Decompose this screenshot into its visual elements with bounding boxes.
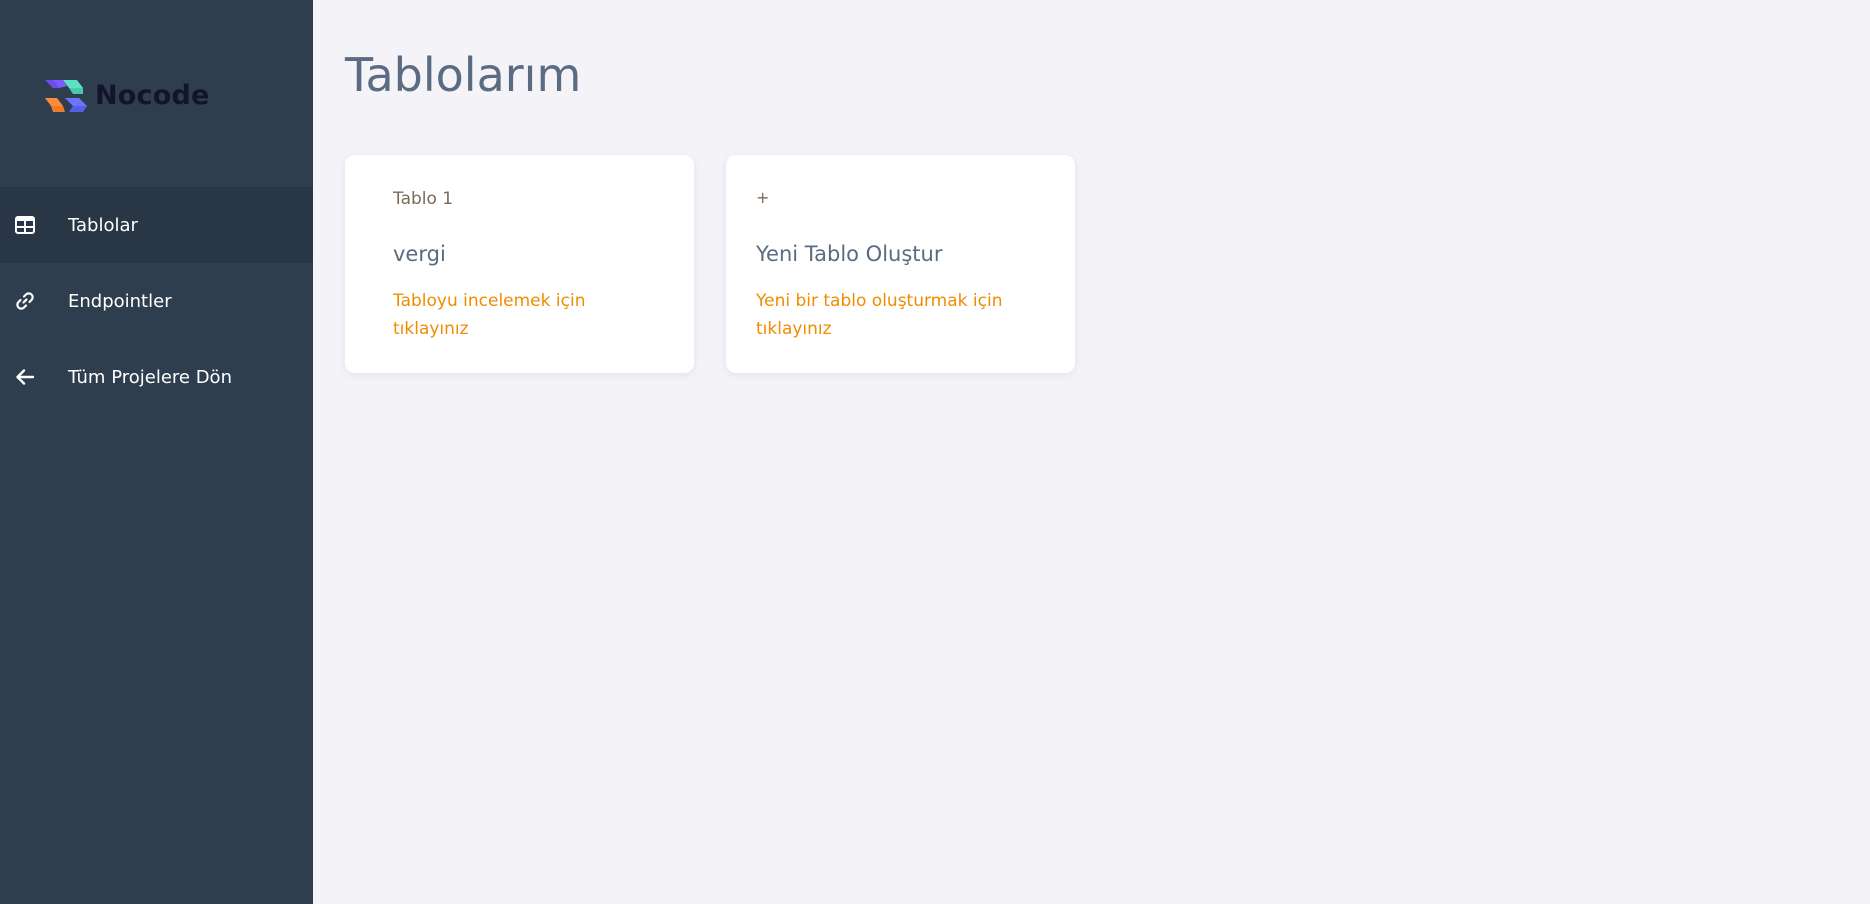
app-root: Nocode Tablolar Endpointler Tüm Projeler… xyxy=(0,0,1870,904)
brand-name: Nocode xyxy=(95,79,210,111)
arrow-left-icon xyxy=(13,365,37,389)
card-hint: Tabloyu incelemek için tıklayınız xyxy=(393,291,586,339)
nocode-logo-icon xyxy=(45,80,87,112)
sidebar-item-tum-projelere-don[interactable]: Tüm Projelere Dön xyxy=(0,339,313,415)
page-title: Tablolarım xyxy=(345,48,582,102)
sidebar-item-label: Tablolar xyxy=(68,214,138,236)
card-title: vergi xyxy=(393,242,446,266)
card-title: Yeni Tablo Oluştur xyxy=(756,242,943,266)
create-table-card[interactable]: + Yeni Tablo Oluştur Yeni bir tablo oluş… xyxy=(726,155,1075,373)
sidebar: Nocode Tablolar Endpointler Tüm Projeler… xyxy=(0,0,313,904)
table-card-vergi[interactable]: Tablo 1 vergi Tabloyu incelemek için tık… xyxy=(345,155,694,373)
sidebar-item-tablolar[interactable]: Tablolar xyxy=(0,187,313,263)
sidebar-item-label: Tüm Projelere Dön xyxy=(68,366,232,388)
sidebar-nav: Tablolar Endpointler Tüm Projelere Dön xyxy=(0,187,313,415)
sidebar-item-endpointler[interactable]: Endpointler xyxy=(0,263,313,339)
table-icon xyxy=(13,213,37,237)
plus-icon: + xyxy=(756,188,770,207)
brand-logo[interactable]: Nocode xyxy=(43,74,210,116)
card-hint: Yeni bir tablo oluşturmak için tıklayını… xyxy=(756,291,1003,339)
table-card-list: Tablo 1 vergi Tabloyu incelemek için tık… xyxy=(345,155,1075,373)
card-eyebrow: Tablo 1 xyxy=(393,189,454,209)
main-content: Tablolarım Tablo 1 vergi Tabloyu incelem… xyxy=(313,0,1870,904)
sidebar-item-label: Endpointler xyxy=(68,290,172,312)
link-icon xyxy=(13,289,37,313)
